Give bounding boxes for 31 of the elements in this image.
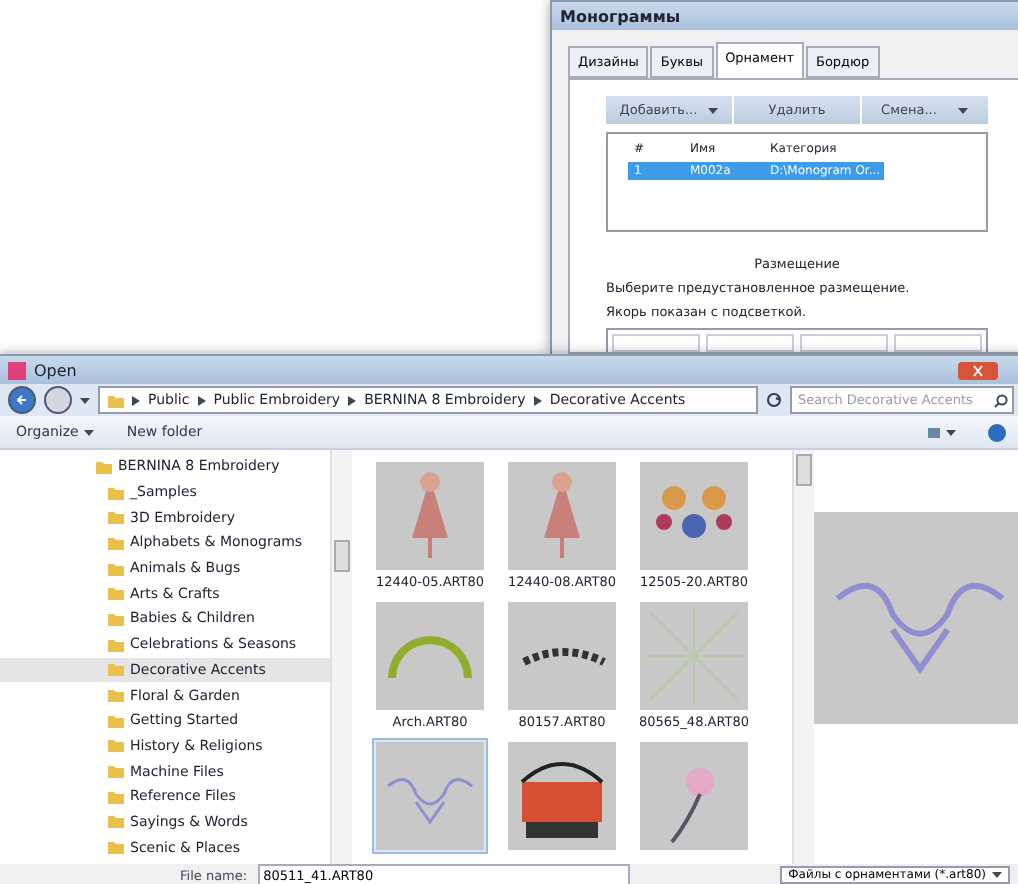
caret-icon bbox=[84, 429, 95, 435]
search-icon bbox=[994, 393, 1008, 407]
refresh-icon[interactable] bbox=[766, 392, 782, 408]
chevron-icon bbox=[197, 395, 206, 405]
window-title: Open bbox=[34, 361, 77, 379]
history-caret-icon bbox=[80, 397, 90, 403]
close-icon[interactable] bbox=[958, 361, 998, 379]
scrollbar[interactable] bbox=[792, 450, 814, 864]
help-icon[interactable] bbox=[988, 423, 1006, 441]
scrollbar[interactable] bbox=[330, 450, 352, 864]
view-icon[interactable] bbox=[928, 425, 956, 439]
placement-tile[interactable] bbox=[706, 334, 794, 352]
chevron-icon bbox=[348, 395, 357, 405]
figure-drawing bbox=[412, 472, 448, 558]
caret-icon bbox=[992, 872, 1002, 878]
figure-drawing bbox=[544, 472, 580, 558]
arrow-icon bbox=[16, 394, 28, 406]
chevron-icon bbox=[533, 395, 542, 405]
chevron-icon bbox=[132, 395, 140, 405]
flowers-drawing bbox=[656, 486, 732, 538]
window-title: Монограммы bbox=[560, 7, 681, 25]
placement-tile[interactable] bbox=[800, 334, 888, 352]
app-icon bbox=[8, 361, 26, 379]
ornament-drawing bbox=[386, 778, 474, 824]
folder-icon bbox=[108, 393, 124, 407]
placement-tile[interactable] bbox=[894, 334, 982, 352]
placement-tile[interactable] bbox=[612, 334, 700, 352]
forward-button[interactable] bbox=[44, 386, 72, 414]
arch-drawing bbox=[388, 636, 472, 678]
back-button[interactable] bbox=[8, 386, 36, 414]
branch-drawing bbox=[522, 648, 606, 666]
